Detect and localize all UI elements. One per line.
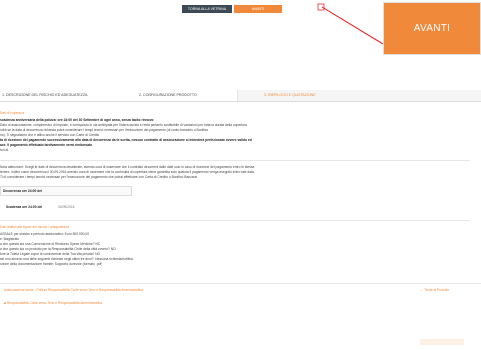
divider xyxy=(0,220,470,221)
risk-line: tore la Tutela Legale copre le controver… xyxy=(0,252,101,256)
arrow-left-icon: ← xyxy=(420,288,424,292)
faded-button[interactable] xyxy=(420,339,464,345)
risk-heading: Dati relativi alle figure del rischio / … xyxy=(0,225,69,229)
coverage-line: tori al xyxy=(0,148,9,152)
back-to-product-label: Torna al Prodotto xyxy=(424,288,450,292)
next-button[interactable]: AVANTI xyxy=(234,5,282,13)
end-date-value: 30/09/2016 xyxy=(58,205,75,209)
notice-line: Nota attenzione: Scegli le date di decor… xyxy=(0,165,256,169)
tab-summary-quotation[interactable]: 3. RIEPILOGO E QUOTAZIONE xyxy=(237,90,481,101)
coverage-line: ace. Il pagamento effettuato tardivament… xyxy=(0,143,93,147)
start-date-field[interactable]: Decorrenza ore 24:00 del xyxy=(0,186,132,196)
risk-line: sei uno almeno una delle seguenti richie… xyxy=(0,257,133,261)
notice-line: Ti di considerare i tempi tecnici necess… xyxy=(0,175,198,179)
divider xyxy=(0,283,481,284)
footer-product-link[interactable]: Assicurazione tutela - Polizze Responsab… xyxy=(4,288,143,292)
start-date-label: Decorrenza ore 24:00 del xyxy=(3,189,43,193)
coverage-line: rio). Ti segnaliamo che è attivo anche i… xyxy=(0,133,100,137)
footer-product-category: ■ Responsabilità Civile verso Terzi e Re… xyxy=(4,301,102,305)
coverage-line: scadenza anniversaria della polizza: ore… xyxy=(0,118,154,122)
back-to-product-link[interactable]: ← Torna al Prodotto xyxy=(420,288,449,292)
risk-line: a che questo sia un prodotto per la Resp… xyxy=(0,247,116,251)
footer-product-category-label: Responsabilità Civile verso Terzi e Resp… xyxy=(6,301,102,305)
top-toolbar: TORNA ALLA VETRINA AVANTI xyxy=(182,5,282,13)
risk-line: e: Magistrato xyxy=(0,237,20,241)
divider xyxy=(0,160,470,161)
end-date-label: Scadenza ore 24:00 del xyxy=(6,205,43,209)
bullet-icon: ■ xyxy=(4,301,6,305)
coverage-heading: Dati di copertura xyxy=(0,111,25,115)
coverage-line: ndrà se la data di decorrenza richiesta … xyxy=(0,128,209,132)
next-button-zoom[interactable]: AVANTI xyxy=(383,2,481,55)
coverage-line: Dato di assicurazione, comprensivo di im… xyxy=(0,123,247,127)
risk-line: rzione della documentazione tramite: Sup… xyxy=(0,262,103,266)
notice-line: tenere, inoltre come decorrenza il 30.09… xyxy=(0,170,255,174)
back-to-showcase-button[interactable]: TORNA ALLA VETRINA xyxy=(182,5,232,13)
step-tabs: 1. DESCRIZIONE DEL RISCHIO ED ADEGUATEZZ… xyxy=(0,90,481,102)
risk-line: ASSALE per sinistro e periodo assicurati… xyxy=(0,232,90,236)
tab-product-configuration[interactable]: 2. CONFIGURAZIONE PRODOTTO xyxy=(139,90,237,101)
tab-risk-description[interactable]: 1. DESCRIZIONE DEL RISCHIO ED ADEGUATEZZ… xyxy=(0,90,139,101)
coverage-line: ta di ricezione del pagamento successiva… xyxy=(0,138,252,142)
risk-line: a che questa sia una Convenzione di Rimb… xyxy=(0,242,101,246)
next-button-zoom-label: AVANTI xyxy=(413,23,451,34)
